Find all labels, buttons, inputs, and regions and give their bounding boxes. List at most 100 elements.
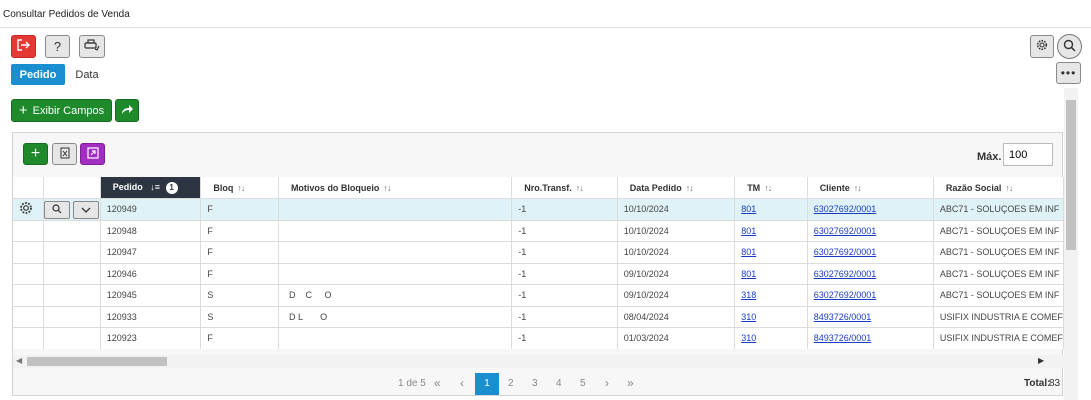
cliente-link[interactable]: 8493726/0001: [814, 312, 872, 322]
cell-data: 10/10/2024: [617, 241, 736, 264]
table-row[interactable]: 120946 F -1 09/10/2024 801 63027692/0001 ABC71…: [13, 263, 1064, 285]
column-header-nro-transf[interactable]: Nro.Transf. ↑↓: [511, 177, 618, 199]
page-button-1[interactable]: 1: [475, 373, 499, 395]
scroll-left-arrow[interactable]: ◀: [16, 356, 22, 365]
sort-desc-icon: ↓≡: [150, 181, 161, 192]
sort-icon: ↑↓: [764, 182, 772, 193]
cell-tm: 801: [734, 241, 808, 264]
table-row[interactable]: 120948 F -1 10/10/2024 801 63027692/0001 ABC71…: [13, 220, 1064, 242]
help-button[interactable]: ?: [45, 35, 70, 58]
tm-link[interactable]: 310: [741, 312, 756, 322]
cell-pedido: 120946: [100, 263, 202, 285]
settings-button[interactable]: [1030, 35, 1054, 58]
column-header-tm[interactable]: TM ↑↓: [734, 177, 808, 199]
table-row[interactable]: 120933 S D L O -1 08/04/2024 310 8493726/0001 U…: [13, 306, 1064, 328]
more-options-button[interactable]: •••: [1056, 62, 1081, 84]
cell-razao: USIFIX INDUSTRIA E COMEF: [933, 306, 1064, 328]
tm-link[interactable]: 801: [741, 269, 756, 279]
table-row[interactable]: 120945 S D C O -1 09/10/2024 318 63027692/0001…: [13, 284, 1064, 307]
cell-motivos: [278, 241, 513, 264]
cell-transf: -1: [511, 284, 618, 307]
cell-data: 09/10/2024: [617, 263, 736, 285]
pagination: 1 de 5 « ‹ 1 2 3 4 5 › » Total: 83: [13, 371, 1064, 396]
sort-order-badge: 1: [165, 181, 178, 194]
column-label-razao-social: Razão Social: [945, 182, 1002, 193]
column-header-cliente[interactable]: Cliente ↑↓: [807, 177, 934, 199]
horizontal-scrollbar[interactable]: ◀ ▶: [13, 355, 1064, 368]
cell-cliente: 63027692/0001: [807, 241, 934, 264]
view-row-button[interactable]: [44, 201, 71, 219]
cell-cliente: 63027692/0001: [807, 198, 934, 221]
tm-link[interactable]: 318: [741, 290, 756, 300]
add-record-button[interactable]: +: [23, 143, 48, 165]
table-row[interactable]: 120947 F -1 10/10/2024 801 63027692/0001 ABC71…: [13, 241, 1064, 264]
export-excel-button[interactable]: [52, 143, 77, 165]
show-fields-button[interactable]: + Exibir Campos: [11, 99, 112, 122]
row-action-cell: [13, 284, 45, 307]
cliente-link[interactable]: 63027692/0001: [814, 247, 877, 257]
grid-panel: + Máx. Pedido ↓≡: [12, 132, 1064, 396]
cell-tm: 318: [734, 284, 808, 307]
column-label-cliente: Cliente: [819, 182, 850, 193]
total-value: 83: [1049, 378, 1061, 389]
sort-icon: ↑↓: [853, 182, 862, 193]
tab-data[interactable]: Data: [70, 64, 104, 85]
tm-link[interactable]: 801: [741, 226, 756, 236]
plus-icon: +: [18, 102, 28, 119]
table-row[interactable]: 120949 F -1 10/10/2024 801 63027692/0001 ABC71…: [13, 198, 1064, 221]
cliente-link[interactable]: 63027692/0001: [814, 204, 877, 214]
next-page-button[interactable]: ›: [605, 376, 609, 390]
share-button[interactable]: [115, 99, 139, 122]
column-header-bloq[interactable]: Bloq ↑↓: [200, 177, 279, 199]
last-page-button[interactable]: »: [627, 376, 634, 390]
tab-pedido[interactable]: Pedido: [11, 64, 65, 85]
gear-icon[interactable]: [19, 202, 33, 217]
print-button[interactable]: [79, 35, 105, 58]
page-button-5[interactable]: 5: [580, 378, 586, 389]
expand-view-button[interactable]: [80, 143, 105, 165]
cell-tm: 801: [734, 198, 808, 221]
column-header-pedido[interactable]: Pedido ↓≡ 1: [100, 177, 202, 199]
exit-button[interactable]: [11, 35, 36, 58]
horizontal-scrollbar-thumb[interactable]: [27, 357, 167, 366]
table-row[interactable]: 120923 F -1 01/03/2024 310 8493726/0001 USIFIX…: [13, 327, 1064, 349]
row-menu-button[interactable]: [73, 201, 100, 219]
cliente-link[interactable]: 63027692/0001: [814, 226, 877, 236]
page-scrollbar[interactable]: [1064, 88, 1078, 400]
column-header-data-pedido[interactable]: Data Pedido ↑↓: [617, 177, 736, 199]
cell-razao: ABC71 - SOLUÇOES EM INF: [933, 284, 1064, 307]
cell-pedido: 120933: [100, 306, 202, 328]
page-button-3[interactable]: 3: [532, 378, 538, 389]
cell-cliente: 8493726/0001: [807, 327, 934, 349]
page-scrollbar-thumb[interactable]: [1066, 100, 1076, 250]
cliente-link[interactable]: 63027692/0001: [814, 269, 877, 279]
cliente-link[interactable]: 63027692/0001: [814, 290, 877, 300]
page-button-2[interactable]: 2: [508, 378, 514, 389]
cell-data: 10/10/2024: [617, 220, 736, 242]
cell-data: 08/04/2024: [617, 306, 736, 328]
cell-data: 09/10/2024: [617, 284, 736, 307]
prev-page-button[interactable]: ‹: [460, 376, 464, 390]
tm-link[interactable]: 801: [741, 247, 756, 257]
column-header-razao-social[interactable]: Razão Social ↑↓: [933, 177, 1064, 199]
page-summary: 1 de 5: [398, 378, 426, 389]
sort-icon: ↑↓: [237, 182, 245, 193]
cell-tm: 310: [734, 327, 808, 349]
tm-link[interactable]: 310: [741, 333, 756, 343]
search-button[interactable]: [1057, 34, 1082, 59]
grid-body: 120949 F -1 10/10/2024 801 63027692/0001 ABC71…: [13, 198, 1064, 349]
page-button-4[interactable]: 4: [556, 378, 562, 389]
first-page-button[interactable]: «: [434, 376, 441, 390]
scroll-right-arrow[interactable]: ▶: [1038, 356, 1044, 365]
column-header-motivos[interactable]: Motivos do Bloqueio ↑↓: [278, 177, 513, 199]
column-label-nro-transf: Nro.Transf.: [524, 182, 572, 193]
cell-pedido: 120949: [100, 198, 202, 221]
gear-icon: [1036, 39, 1048, 54]
total-label: Total:: [1024, 378, 1051, 389]
max-results-input[interactable]: [1003, 143, 1053, 166]
search-icon: [52, 204, 62, 216]
tm-link[interactable]: 801: [741, 204, 756, 214]
column-label-data-pedido: Data Pedido: [629, 182, 682, 193]
cell-pedido: 120948: [100, 220, 202, 242]
cliente-link[interactable]: 8493726/0001: [814, 333, 872, 343]
